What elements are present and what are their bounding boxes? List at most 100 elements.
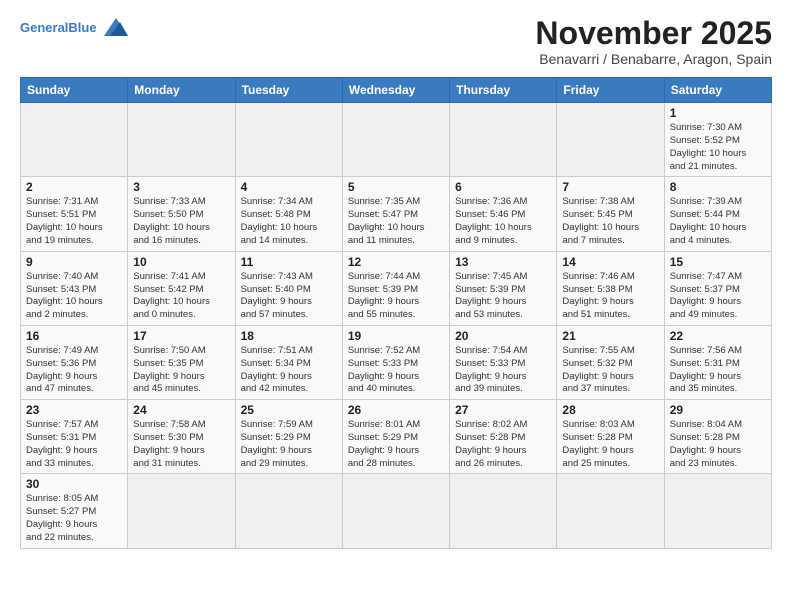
day-number: 6 (455, 180, 551, 194)
header-saturday: Saturday (664, 78, 771, 103)
calendar-cell: 19 Sunrise: 7:52 AM Sunset: 5:33 PM Dayli… (342, 325, 449, 399)
calendar-cell: 5Sunrise: 7:35 AM Sunset: 5:47 PM Daylig… (342, 177, 449, 251)
header: GeneralBlue November 2025 Benavarri / Be… (20, 16, 772, 67)
calendar-week-row: 9Sunrise: 7:40 AM Sunset: 5:43 PM Daylig… (21, 251, 772, 325)
day-info: Sunrise: 7:59 AM Sunset: 5:29 PM Dayligh… (241, 419, 337, 470)
calendar: Sunday Monday Tuesday Wednesday Thursday… (20, 77, 772, 549)
day-info: Sunrise: 7:51 AM Sunset: 5:34 PM Dayligh… (241, 345, 337, 396)
day-info: Sunrise: 7:46 AM Sunset: 5:38 PM Dayligh… (562, 271, 658, 322)
day-info: Sunrise: 7:47 AM Sunset: 5:37 PM Dayligh… (670, 271, 766, 322)
day-number: 15 (670, 255, 766, 269)
calendar-cell: 15 Sunrise: 7:47 AM Sunset: 5:37 PM Dayli… (664, 251, 771, 325)
day-info: Sunrise: 7:38 AM Sunset: 5:45 PM Dayligh… (562, 196, 658, 247)
day-number: 2 (26, 180, 122, 194)
calendar-cell: 27Sunrise: 8:02 AM Sunset: 5:28 PM Dayli… (450, 400, 557, 474)
calendar-cell (450, 103, 557, 177)
calendar-cell: 17 Sunrise: 7:50 AM Sunset: 5:35 PM Dayli… (128, 325, 235, 399)
month-title: November 2025 (535, 16, 772, 51)
calendar-cell (557, 474, 664, 548)
calendar-cell: 29 Sunrise: 8:04 AM Sunset: 5:28 PM Dayli… (664, 400, 771, 474)
day-info: Sunrise: 7:30 AM Sunset: 5:52 PM Dayligh… (670, 122, 766, 173)
logo: GeneralBlue (20, 16, 132, 38)
calendar-cell (342, 474, 449, 548)
page: GeneralBlue November 2025 Benavarri / Be… (0, 0, 792, 559)
day-number: 13 (455, 255, 551, 269)
calendar-cell: 13 Sunrise: 7:45 AM Sunset: 5:39 PM Dayli… (450, 251, 557, 325)
calendar-cell (128, 474, 235, 548)
calendar-cell: 18 Sunrise: 7:51 AM Sunset: 5:34 PM Dayli… (235, 325, 342, 399)
day-number: 18 (241, 329, 337, 343)
calendar-cell (235, 474, 342, 548)
day-info: Sunrise: 8:05 AM Sunset: 5:27 PM Dayligh… (26, 493, 122, 544)
day-number: 5 (348, 180, 444, 194)
title-block: November 2025 Benavarri / Benabarre, Ara… (535, 16, 772, 67)
day-number: 30 (26, 477, 122, 491)
logo-general: General (20, 20, 68, 35)
day-number: 22 (670, 329, 766, 343)
logo-icon (100, 16, 132, 38)
day-number: 29 (670, 403, 766, 417)
day-info: Sunrise: 7:34 AM Sunset: 5:48 PM Dayligh… (241, 196, 337, 247)
day-info: Sunrise: 7:44 AM Sunset: 5:39 PM Dayligh… (348, 271, 444, 322)
calendar-cell: 25 Sunrise: 7:59 AM Sunset: 5:29 PM Dayli… (235, 400, 342, 474)
calendar-cell: 28Sunrise: 8:03 AM Sunset: 5:28 PM Dayli… (557, 400, 664, 474)
calendar-cell: 21Sunrise: 7:55 AM Sunset: 5:32 PM Dayli… (557, 325, 664, 399)
calendar-week-row: 16 Sunrise: 7:49 AM Sunset: 5:36 PM Dayli… (21, 325, 772, 399)
day-info: Sunrise: 7:56 AM Sunset: 5:31 PM Dayligh… (670, 345, 766, 396)
header-tuesday: Tuesday (235, 78, 342, 103)
day-number: 24 (133, 403, 229, 417)
day-number: 8 (670, 180, 766, 194)
calendar-cell: 14 Sunrise: 7:46 AM Sunset: 5:38 PM Dayli… (557, 251, 664, 325)
header-sunday: Sunday (21, 78, 128, 103)
day-info: Sunrise: 7:58 AM Sunset: 5:30 PM Dayligh… (133, 419, 229, 470)
calendar-cell: 20 Sunrise: 7:54 AM Sunset: 5:33 PM Dayli… (450, 325, 557, 399)
day-number: 17 (133, 329, 229, 343)
day-number: 3 (133, 180, 229, 194)
weekday-header-row: Sunday Monday Tuesday Wednesday Thursday… (21, 78, 772, 103)
logo-blue: Blue (68, 20, 96, 35)
day-number: 16 (26, 329, 122, 343)
calendar-cell (235, 103, 342, 177)
calendar-cell: 3 Sunrise: 7:33 AM Sunset: 5:50 PM Daylig… (128, 177, 235, 251)
header-wednesday: Wednesday (342, 78, 449, 103)
day-number: 26 (348, 403, 444, 417)
day-info: Sunrise: 7:33 AM Sunset: 5:50 PM Dayligh… (133, 196, 229, 247)
logo-text: GeneralBlue (20, 21, 97, 34)
day-number: 25 (241, 403, 337, 417)
calendar-cell: 4Sunrise: 7:34 AM Sunset: 5:48 PM Daylig… (235, 177, 342, 251)
day-info: Sunrise: 8:04 AM Sunset: 5:28 PM Dayligh… (670, 419, 766, 470)
location: Benavarri / Benabarre, Aragon, Spain (535, 51, 772, 67)
day-info: Sunrise: 7:54 AM Sunset: 5:33 PM Dayligh… (455, 345, 551, 396)
day-info: Sunrise: 7:52 AM Sunset: 5:33 PM Dayligh… (348, 345, 444, 396)
day-number: 11 (241, 255, 337, 269)
calendar-cell: 12Sunrise: 7:44 AM Sunset: 5:39 PM Dayli… (342, 251, 449, 325)
day-info: Sunrise: 7:49 AM Sunset: 5:36 PM Dayligh… (26, 345, 122, 396)
day-info: Sunrise: 7:36 AM Sunset: 5:46 PM Dayligh… (455, 196, 551, 247)
calendar-cell: 23Sunrise: 7:57 AM Sunset: 5:31 PM Dayli… (21, 400, 128, 474)
day-number: 27 (455, 403, 551, 417)
day-info: Sunrise: 7:45 AM Sunset: 5:39 PM Dayligh… (455, 271, 551, 322)
day-info: Sunrise: 7:55 AM Sunset: 5:32 PM Dayligh… (562, 345, 658, 396)
calendar-week-row: 1Sunrise: 7:30 AM Sunset: 5:52 PM Daylig… (21, 103, 772, 177)
calendar-cell: 24 Sunrise: 7:58 AM Sunset: 5:30 PM Dayli… (128, 400, 235, 474)
calendar-week-row: 30 Sunrise: 8:05 AM Sunset: 5:27 PM Dayli… (21, 474, 772, 548)
calendar-cell (21, 103, 128, 177)
day-number: 7 (562, 180, 658, 194)
calendar-cell: 6 Sunrise: 7:36 AM Sunset: 5:46 PM Daylig… (450, 177, 557, 251)
day-info: Sunrise: 7:39 AM Sunset: 5:44 PM Dayligh… (670, 196, 766, 247)
day-number: 14 (562, 255, 658, 269)
calendar-cell: 22 Sunrise: 7:56 AM Sunset: 5:31 PM Dayli… (664, 325, 771, 399)
calendar-cell (128, 103, 235, 177)
day-info: Sunrise: 7:50 AM Sunset: 5:35 PM Dayligh… (133, 345, 229, 396)
header-friday: Friday (557, 78, 664, 103)
day-number: 23 (26, 403, 122, 417)
day-number: 10 (133, 255, 229, 269)
calendar-cell: 30 Sunrise: 8:05 AM Sunset: 5:27 PM Dayli… (21, 474, 128, 548)
calendar-cell: 1Sunrise: 7:30 AM Sunset: 5:52 PM Daylig… (664, 103, 771, 177)
calendar-cell (342, 103, 449, 177)
calendar-cell: 9Sunrise: 7:40 AM Sunset: 5:43 PM Daylig… (21, 251, 128, 325)
calendar-cell (664, 474, 771, 548)
day-info: Sunrise: 7:41 AM Sunset: 5:42 PM Dayligh… (133, 271, 229, 322)
day-number: 20 (455, 329, 551, 343)
day-number: 19 (348, 329, 444, 343)
